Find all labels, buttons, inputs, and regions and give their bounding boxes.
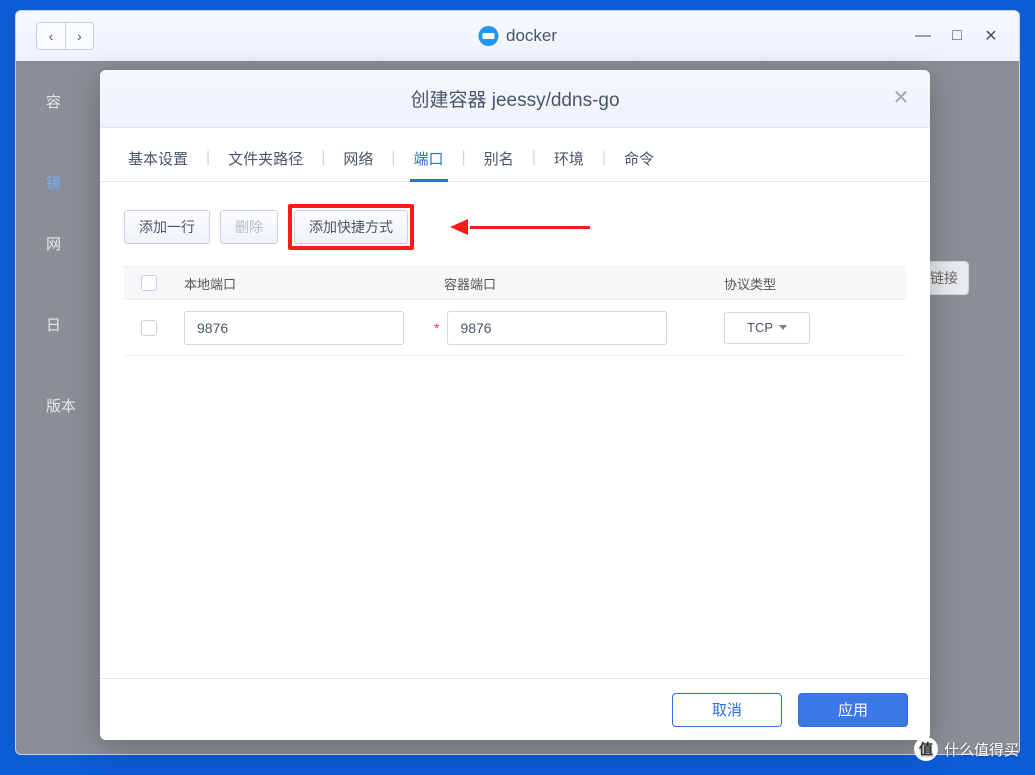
highlight-annotation: 添加快捷方式 (288, 204, 414, 250)
tab-basic-settings[interactable]: 基本设置 (124, 142, 192, 181)
arrow-annotation (450, 219, 590, 235)
tab-folder-path[interactable]: 文件夹路径 (224, 142, 307, 181)
nav-forward-button[interactable]: › (65, 23, 93, 49)
col-container-port: 容器端口 (434, 274, 714, 293)
container-port-input[interactable] (447, 311, 667, 345)
add-shortcut-button[interactable]: 添加快捷方式 (294, 210, 408, 244)
titlebar: ‹ › docker — □ ✕ (16, 11, 1019, 61)
tab-network[interactable]: 网络 (339, 142, 377, 181)
window-close-button[interactable]: ✕ (983, 28, 999, 44)
modal-header: 创建容器 jeessy/ddns-go ✕ (100, 70, 930, 128)
table-row: * TCP (124, 300, 906, 356)
docker-icon (478, 26, 498, 46)
create-container-modal: 创建容器 jeessy/ddns-go ✕ 基本设置| 文件夹路径| 网络| 端… (100, 70, 930, 740)
app-title-text: docker (506, 26, 557, 46)
tab-environment[interactable]: 环境 (550, 142, 588, 181)
window-controls: — □ ✕ (915, 28, 999, 44)
local-port-input[interactable] (184, 311, 404, 345)
nav-back-button[interactable]: ‹ (37, 23, 65, 49)
required-star-icon: * (434, 320, 439, 336)
modal-close-button[interactable]: ✕ (890, 88, 912, 110)
cancel-button[interactable]: 取消 (672, 693, 782, 727)
watermark-badge: 值 (914, 737, 938, 761)
maximize-button[interactable]: □ (949, 28, 965, 44)
modal-tabs: 基本设置| 文件夹路径| 网络| 端口| 别名| 环境| 命令 (100, 128, 930, 182)
apply-button[interactable]: 应用 (798, 693, 908, 727)
row-checkbox[interactable] (141, 320, 157, 336)
nav-arrows: ‹ › (36, 22, 94, 50)
modal-title: 创建容器 jeessy/ddns-go (410, 85, 619, 112)
port-table: 本地端口 容器端口 协议类型 * TCP (124, 266, 906, 356)
tab-command[interactable]: 命令 (620, 142, 658, 181)
toolbar: 添加一行 删除 添加快捷方式 (100, 182, 930, 266)
watermark-text: 什么值得买 (944, 739, 1019, 760)
tab-alias[interactable]: 别名 (480, 142, 518, 181)
col-local-port: 本地端口 (174, 274, 434, 293)
col-protocol: 协议类型 (714, 274, 906, 293)
watermark: 值 什么值得买 (914, 737, 1019, 761)
protocol-select[interactable]: TCP (724, 312, 810, 344)
modal-footer: 取消 应用 (100, 678, 930, 740)
select-all-checkbox[interactable] (141, 275, 157, 291)
chevron-down-icon (779, 325, 787, 330)
minimize-button[interactable]: — (915, 28, 931, 44)
add-row-button[interactable]: 添加一行 (124, 210, 210, 244)
tab-port[interactable]: 端口 (410, 142, 448, 181)
protocol-value: TCP (747, 320, 773, 335)
table-header: 本地端口 容器端口 协议类型 (124, 266, 906, 300)
delete-button[interactable]: 删除 (220, 210, 278, 244)
window-title: docker (478, 26, 557, 46)
